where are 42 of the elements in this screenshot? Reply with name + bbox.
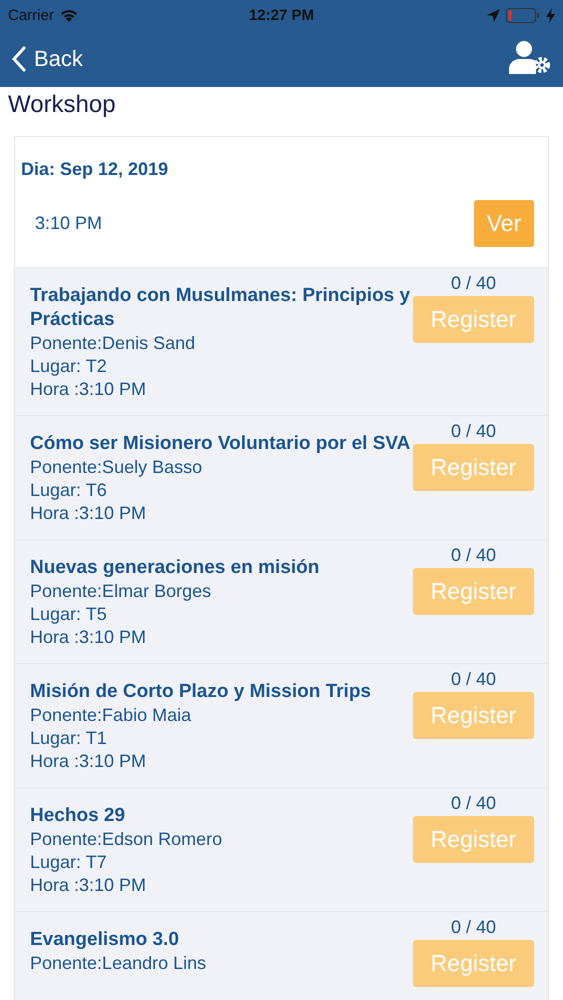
user-gear-icon [509, 40, 551, 74]
session-detail: Ponente:Leandro Lins [30, 952, 208, 975]
session-detail: Ponente:Denis Sand [30, 332, 196, 355]
wifi-icon [60, 8, 78, 22]
location-arrow-icon [487, 8, 500, 22]
clock-time: 12:27 PM [248, 6, 314, 24]
session-detail: Hora :3:10 PM [30, 378, 148, 401]
user-settings-button[interactable] [509, 40, 551, 77]
session-detail: Lugar: T1 [30, 727, 108, 750]
seat-count: 0 / 40 [450, 420, 496, 442]
session-title: Trabajando con Musulmanes: Principios y Prácticas [30, 284, 412, 332]
time-label: 3:10 PM [35, 213, 102, 234]
session-detail: Hora :3:10 PM [30, 750, 148, 773]
session-detail: Lugar: T2 [30, 355, 108, 378]
back-button[interactable]: Back [12, 46, 83, 72]
day-heading: Dia: Sep 12, 2019 [20, 158, 170, 180]
seat-count: 0 / 40 [450, 916, 496, 938]
seat-count: 0 / 40 [450, 544, 496, 566]
session-title: Hechos 29 [30, 804, 126, 828]
session-title: Evangelismo 3.0 [30, 928, 180, 952]
session-detail: Lugar: T7 [30, 851, 108, 874]
session-detail: Ponente:Suely Basso [30, 456, 204, 479]
session-detail: Ponente:Edson Romero [30, 828, 224, 851]
chevron-left-icon [12, 46, 26, 72]
session-detail: Hora :3:10 PM [30, 874, 148, 897]
seat-count: 0 / 40 [450, 668, 496, 690]
carrier-name: Carrier [8, 6, 54, 24]
session-detail: Lugar: T5 [30, 603, 108, 626]
seat-count: 0 / 40 [450, 792, 496, 814]
session-detail: Hora :3:10 PM [30, 626, 148, 649]
view-button[interactable]: Ver [474, 200, 534, 247]
session-detail: Lugar: T6 [30, 479, 108, 502]
session-title: Cómo ser Misionero Voluntario por el SVA [30, 432, 412, 456]
charging-bolt-icon [546, 8, 555, 22]
session-detail: Ponente:Fabio Maia [30, 704, 192, 727]
session-title: Misión de Corto Plazo y Mission Trips [30, 680, 372, 704]
session-detail: Hora :3:10 PM [30, 502, 148, 525]
battery-icon [506, 8, 540, 22]
seat-count: 0 / 40 [450, 272, 496, 294]
session-detail: Ponente:Elmar Borges [30, 580, 212, 603]
session-title: Nuevas generaciones en misión [30, 556, 320, 580]
page-title: Workshop [7, 90, 117, 119]
